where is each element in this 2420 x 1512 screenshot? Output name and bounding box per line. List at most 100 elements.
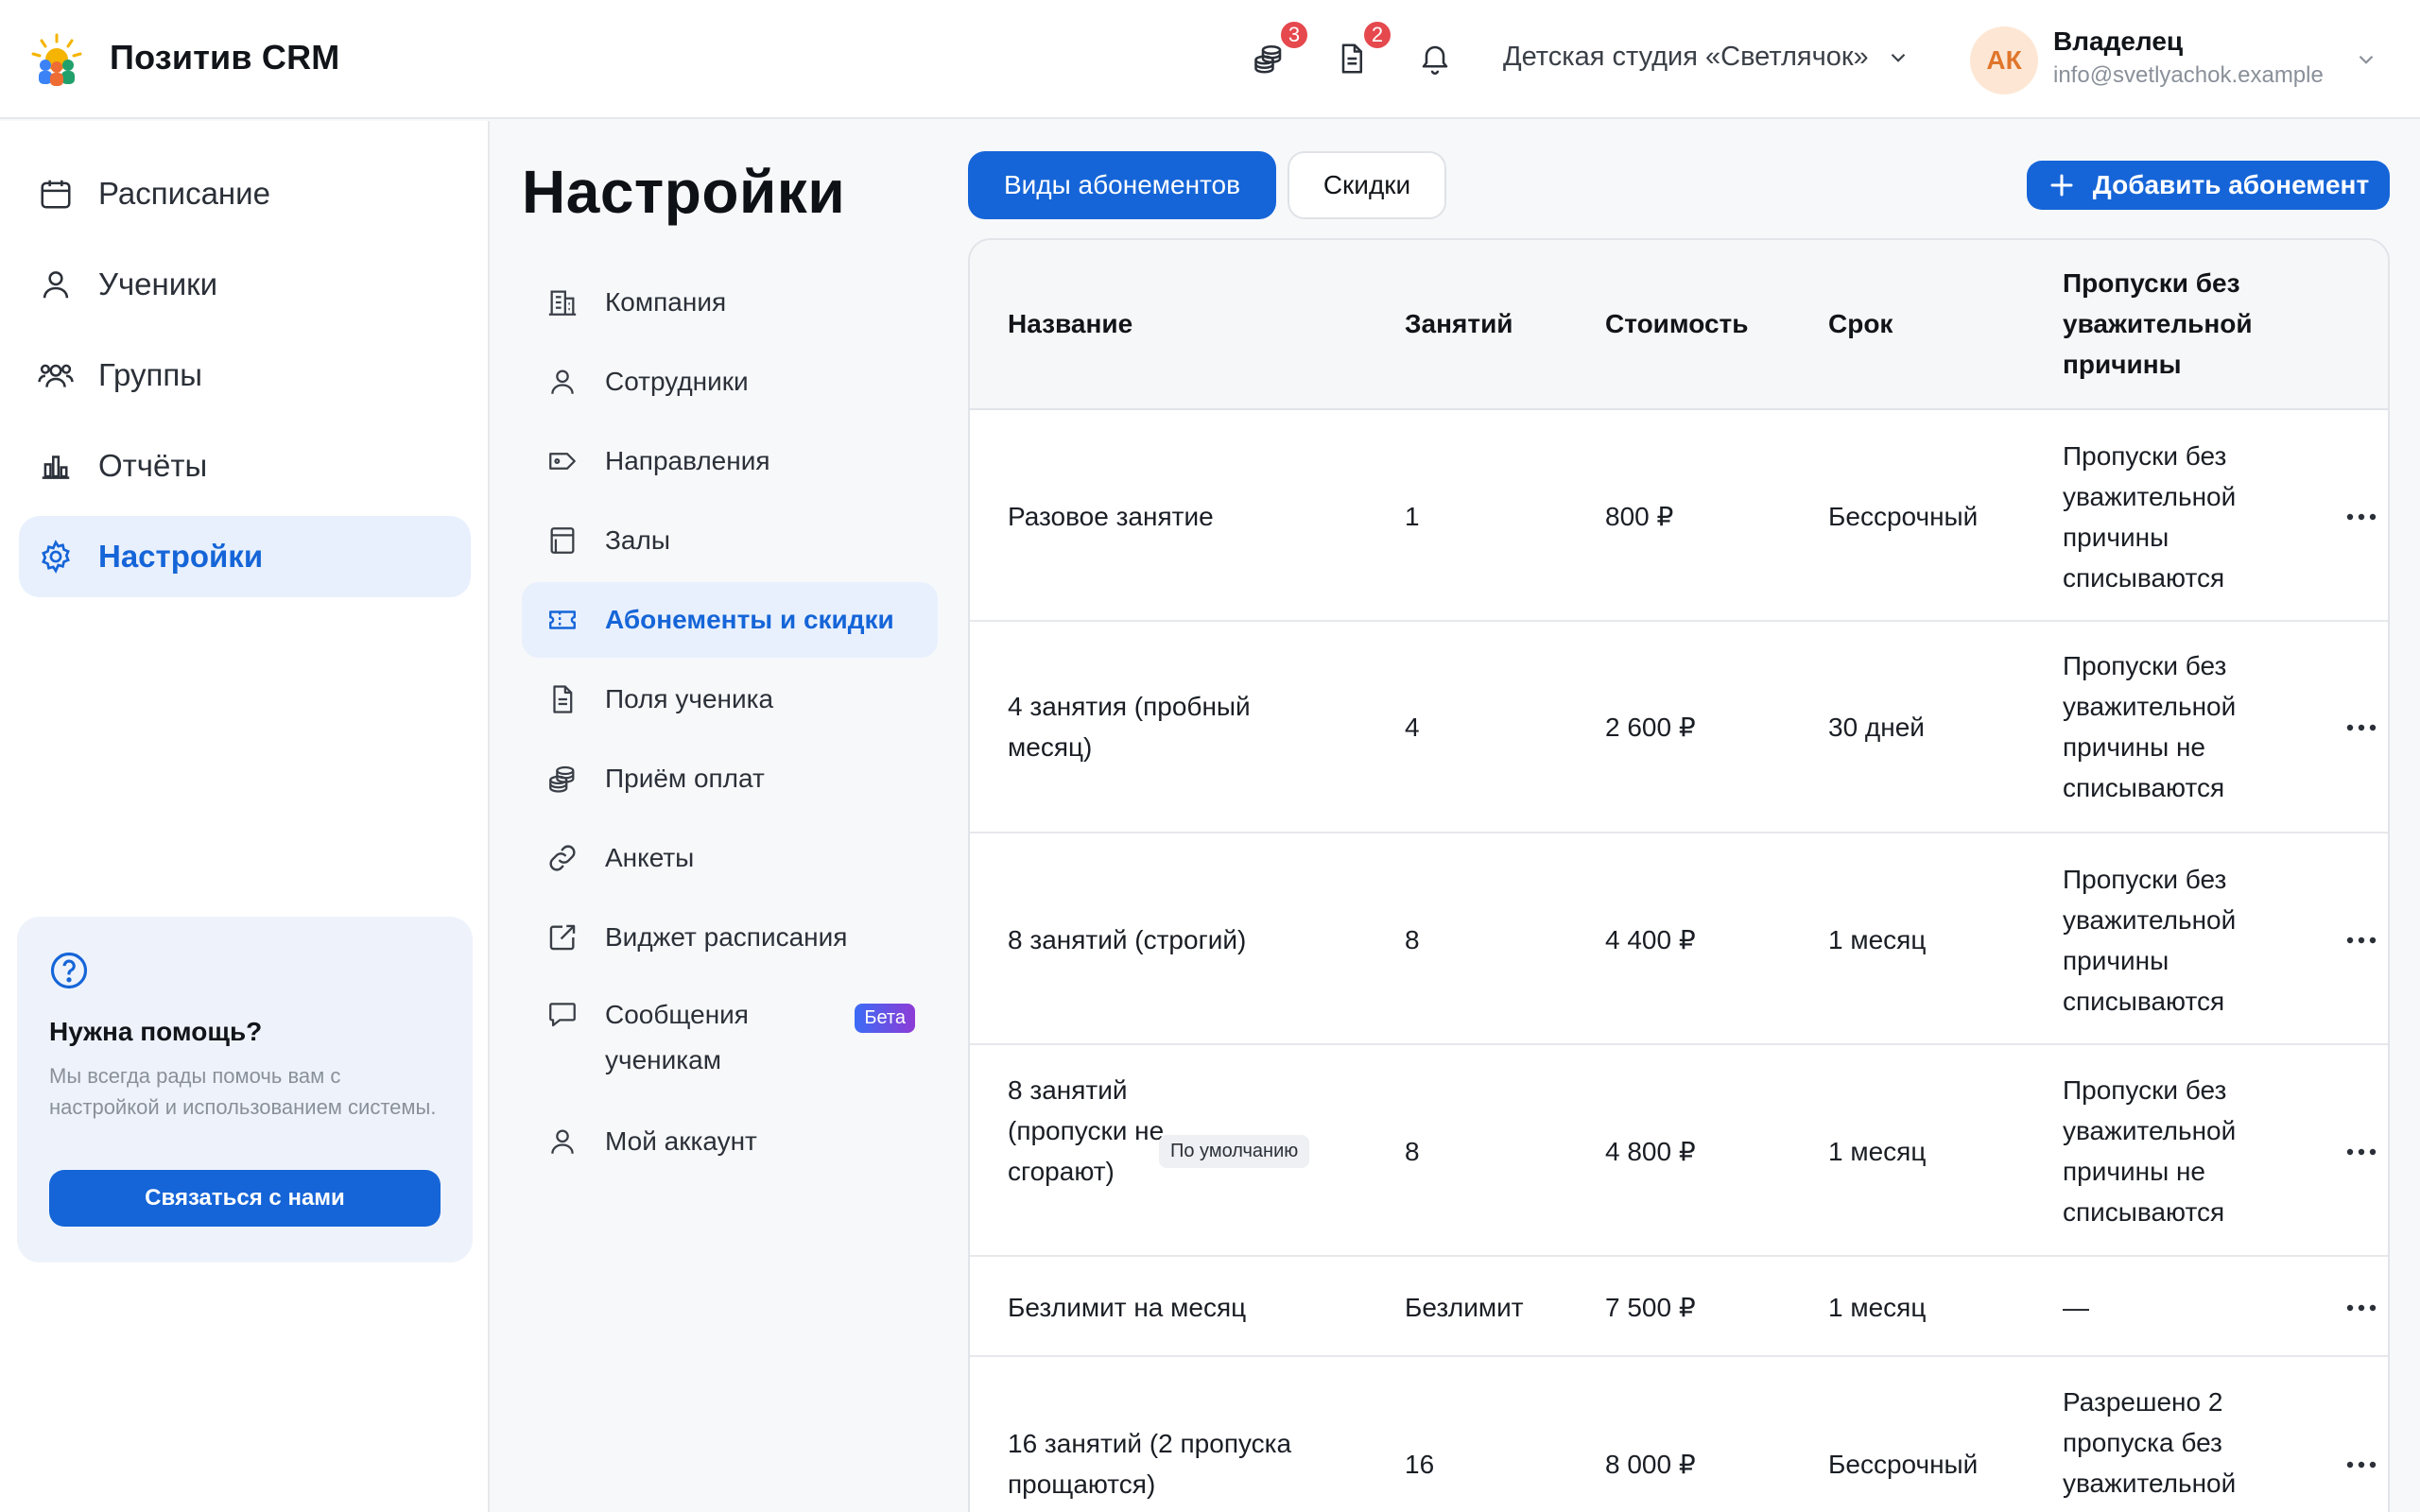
- settings-nav-label: Виджет расписания: [605, 922, 848, 952]
- sidebar-item-label: Группы: [98, 357, 202, 392]
- sidebar-item-label: Ученики: [98, 266, 218, 301]
- settings-nav-label: Абонементы и скидки: [605, 605, 894, 634]
- chevron-down-icon[interactable]: [2354, 47, 2378, 72]
- settings-nav-messages[interactable]: Сообщения ученикам Бета: [522, 979, 938, 1083]
- document-icon: [553, 685, 573, 713]
- settings-nav-student-fields[interactable]: Поля ученика: [522, 662, 938, 737]
- chevron-down-icon: [1891, 53, 1905, 62]
- help-text: Мы всегда рады помочь вам с настройкой и…: [49, 1064, 437, 1119]
- cell-price: 4 400 ₽: [1605, 925, 1696, 954]
- column-header-price: Стоимость: [1605, 309, 1749, 338]
- cell-absences: Пропуски без уважительной причины списыв…: [2063, 865, 2237, 1016]
- help-title: Нужна помощь?: [49, 1017, 263, 1046]
- more-horizontal-icon: [2346, 936, 2377, 944]
- cell-price: 7 500 ₽: [1605, 1293, 1696, 1322]
- notifications-button[interactable]: [1416, 40, 1454, 77]
- column-header-absences: Пропуски без уважительной причины: [2063, 268, 2253, 379]
- row-actions-button[interactable]: [2341, 1287, 2382, 1329]
- table-row[interactable]: 16 занятий (2 пропуска прощаются) 16 8 0…: [970, 1359, 2388, 1512]
- more-horizontal-icon: [2346, 513, 2377, 521]
- row-actions-button[interactable]: [2341, 707, 2382, 748]
- help-card: Нужна помощь? Мы всегда рады помочь вам …: [17, 917, 473, 1263]
- sidebar-item-label: Настройки: [98, 539, 264, 574]
- settings-nav-label: Сообщения ученикам: [605, 1000, 749, 1074]
- cell-lessons: 4: [1405, 713, 1420, 742]
- question-icon: [50, 952, 88, 989]
- add-subscription-button[interactable]: Добавить абонемент: [2027, 161, 2390, 210]
- cell-absences: Пропуски без уважительной причины не спи…: [2063, 651, 2237, 802]
- user-role: Владелец: [2053, 26, 2184, 56]
- beta-badge: Бета: [855, 1004, 915, 1033]
- table-row[interactable]: 4 занятия (пробный месяц) 4 2 600 ₽ 30 д…: [970, 624, 2388, 833]
- settings-nav-schedule-widget[interactable]: Виджет расписания: [522, 900, 938, 975]
- row-actions-button[interactable]: [2341, 496, 2382, 538]
- studio-selector[interactable]: Детская студия «Светлячок»: [1503, 42, 1910, 73]
- settings-nav-forms[interactable]: Анкеты: [522, 820, 938, 896]
- cell-term: Бессрочный: [1828, 1450, 1979, 1479]
- brand-name: Позитив CRM: [110, 38, 340, 77]
- row-actions-button[interactable]: [2341, 1131, 2382, 1173]
- cell-term: Бессрочный: [1828, 502, 1979, 531]
- documents-badge: 2: [1361, 19, 1393, 51]
- settings-nav-label: Направления: [605, 446, 770, 475]
- bell-icon: [1422, 45, 1448, 75]
- cell-lessons: 8: [1405, 925, 1420, 954]
- cell-name: 4 занятия (пробный месяц): [1008, 692, 1251, 762]
- sidebar-item-students[interactable]: Ученики: [19, 244, 471, 325]
- cell-name: 8 занятий (строгий): [1008, 925, 1247, 954]
- settings-nav-label: Залы: [605, 525, 670, 555]
- sidebar-item-label: Расписание: [98, 176, 270, 211]
- avatar[interactable]: АК: [1970, 26, 2038, 94]
- cell-absences: Пропуски без уважительной причины списыв…: [2063, 441, 2237, 593]
- settings-nav-company[interactable]: Компания: [522, 265, 938, 340]
- cell-term: 1 месяц: [1828, 925, 1927, 954]
- table-row[interactable]: Разовое занятие 1 800 ₽ Бессрочный Пропу…: [970, 412, 2388, 622]
- top-bar: Позитив CRM 3 2 Детская студия «Светлячо…: [0, 0, 2420, 119]
- settings-nav-label: Сотрудники: [605, 367, 749, 396]
- link-icon: [549, 845, 576, 871]
- studio-name: Детская студия «Светлячок»: [1503, 42, 1869, 72]
- more-horizontal-icon: [2346, 724, 2377, 731]
- settings-nav-my-account[interactable]: Мой аккаунт: [522, 1104, 938, 1179]
- contact-us-button[interactable]: Связаться с нами: [49, 1170, 441, 1227]
- users-icon: [38, 364, 74, 387]
- page-title: Настройки: [522, 158, 846, 226]
- user-icon: [43, 271, 69, 299]
- settings-nav-subscriptions[interactable]: Абонементы и скидки: [522, 582, 938, 658]
- tab-subscription-types[interactable]: Виды абонементов: [968, 151, 1276, 219]
- table-row[interactable]: Безлимит на месяц Безлимит 7 500 ₽ 1 мес…: [970, 1259, 2388, 1357]
- chat-icon: [549, 1003, 576, 1027]
- cell-absences: Пропуски без уважительной причины не спи…: [2063, 1075, 2237, 1227]
- settings-nav-payments[interactable]: Приём оплат: [522, 741, 938, 816]
- cell-term: 30 дней: [1828, 713, 1925, 742]
- cell-term: 1 месяц: [1828, 1137, 1927, 1166]
- sidebar-item-reports[interactable]: Отчёты: [19, 425, 471, 507]
- table-header: Название Занятий Стоимость Срок Пропуски…: [970, 240, 2388, 410]
- column-header-term: Срок: [1828, 309, 1893, 338]
- payments-button[interactable]: 3: [1250, 19, 1310, 77]
- sidebar-item-settings[interactable]: Настройки: [19, 516, 471, 597]
- settings-nav-rooms[interactable]: Залы: [522, 503, 938, 578]
- sidebar-item-groups[interactable]: Группы: [19, 335, 471, 416]
- settings-nav-staff[interactable]: Сотрудники: [522, 344, 938, 420]
- tab-discounts[interactable]: Скидки: [1288, 151, 1446, 219]
- user-email: info@svetlyachok.example: [2053, 62, 2324, 88]
- column-header-lessons: Занятий: [1405, 309, 1513, 338]
- settings-nav-directions[interactable]: Направления: [522, 423, 938, 499]
- cell-lessons: Безлимит: [1405, 1293, 1524, 1322]
- settings-nav-label: Анкеты: [605, 843, 695, 872]
- sidebar-item-schedule[interactable]: Расписание: [19, 153, 471, 234]
- row-actions-button[interactable]: [2341, 1444, 2382, 1486]
- default-badge: По умолчанию: [1159, 1135, 1310, 1168]
- table-row[interactable]: 8 занятий (пропуски не сгорают) По умолч…: [970, 1047, 2388, 1257]
- table-row[interactable]: 8 занятий (строгий) 8 4 400 ₽ 1 месяц Пр…: [970, 835, 2388, 1045]
- payments-badge: 3: [1278, 19, 1310, 51]
- cell-name: 16 занятий (2 пропуска прощаются): [1008, 1429, 1292, 1499]
- row-actions-button[interactable]: [2341, 919, 2382, 961]
- cell-price: 800 ₽: [1605, 502, 1674, 531]
- cell-price: 4 800 ₽: [1605, 1137, 1696, 1166]
- settings-nav-label: Поля ученика: [605, 684, 774, 713]
- tag-icon: [549, 453, 576, 470]
- cell-term: 1 месяц: [1828, 1293, 1927, 1322]
- documents-button[interactable]: 2: [1333, 19, 1393, 77]
